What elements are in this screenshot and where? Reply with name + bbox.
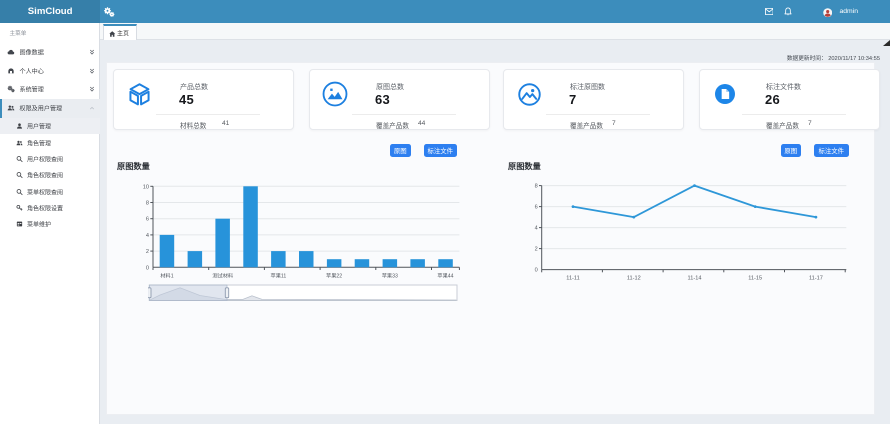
svg-text:2: 2: [146, 249, 149, 255]
svg-text:4: 4: [146, 233, 149, 239]
svg-text:6: 6: [146, 217, 149, 223]
svg-text:苹果11: 苹果11: [271, 272, 287, 280]
svg-text:11-15: 11-15: [748, 276, 762, 282]
svg-text:0: 0: [535, 268, 538, 274]
svg-text:11-17: 11-17: [809, 276, 823, 282]
svg-text:苹果33: 苹果33: [382, 272, 398, 280]
svg-text:材料1: 材料1: [160, 272, 173, 280]
svg-text:8: 8: [146, 201, 149, 207]
svg-text:11-14: 11-14: [688, 276, 702, 282]
svg-text:0: 0: [146, 265, 149, 271]
svg-text:苹果22: 苹果22: [326, 272, 342, 280]
svg-text:4: 4: [535, 226, 538, 232]
svg-text:11-11: 11-11: [566, 276, 579, 282]
svg-text:测试材料: 测试材料: [212, 272, 233, 280]
svg-text:2: 2: [535, 247, 538, 253]
svg-text:6: 6: [535, 205, 538, 211]
svg-text:苹果44: 苹果44: [437, 272, 453, 280]
svg-text:10: 10: [143, 184, 149, 190]
svg-text:11-12: 11-12: [627, 276, 641, 282]
svg-text:8: 8: [535, 184, 538, 190]
